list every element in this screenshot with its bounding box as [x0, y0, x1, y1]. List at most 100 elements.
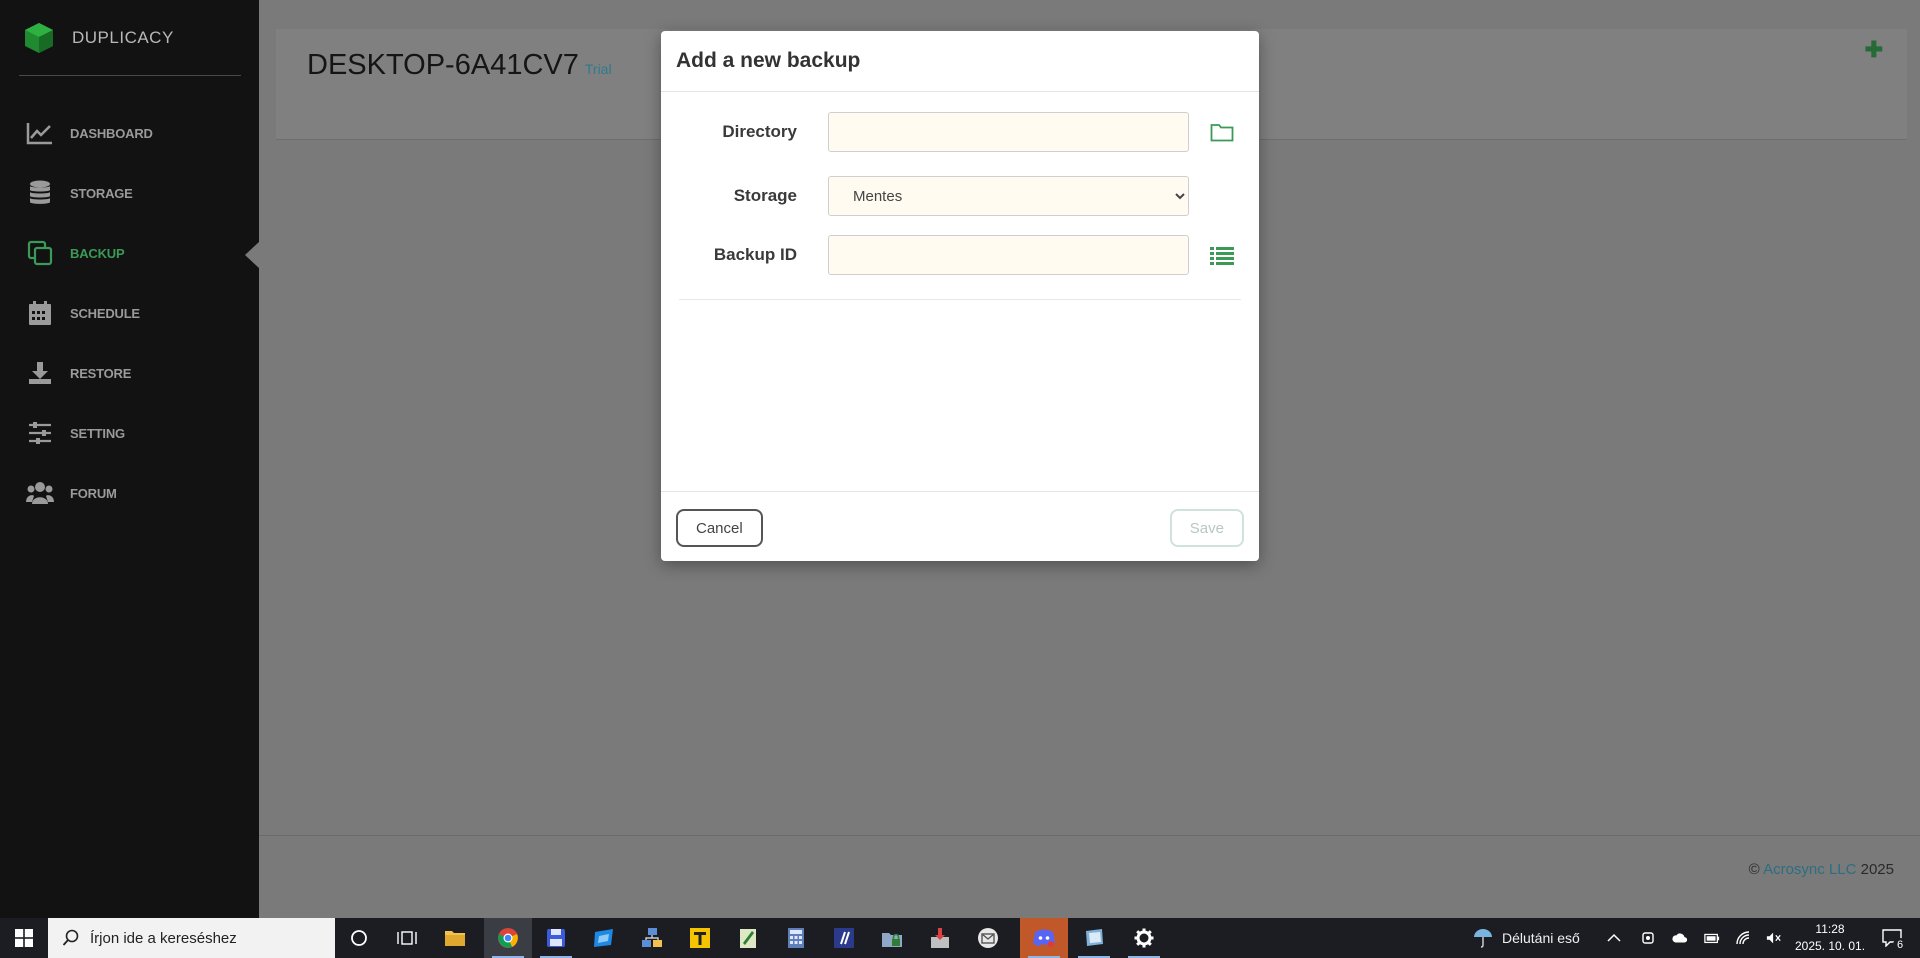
task-view-icon: [397, 931, 417, 945]
download-icon: [26, 359, 54, 387]
directory-input[interactable]: [828, 112, 1189, 152]
taskbar-app-settings[interactable]: [1120, 918, 1168, 958]
company-link[interactable]: Acrosync LLC: [1763, 861, 1856, 878]
duplicacy-logo-icon: [25, 23, 53, 53]
storage-select[interactable]: Mentes: [828, 176, 1189, 216]
sidebar-item-label: BACKUP: [70, 245, 125, 261]
chevron-up-icon[interactable]: [1606, 930, 1622, 946]
app-t-icon: [690, 928, 710, 948]
list-icon[interactable]: [1209, 243, 1235, 269]
search-placeholder: Írjon ide a kereséshez: [90, 929, 237, 947]
sidebar-nav: DASHBOARD STORAGE BACKUP SCHEDULE RESTOR…: [0, 103, 260, 523]
backup-id-input[interactable]: [828, 235, 1189, 275]
directory-label: Directory: [722, 122, 797, 141]
host-name: DESKTOP-6A41CV7: [307, 49, 579, 81]
taskbar-app-chrome[interactable]: [484, 918, 532, 958]
circle-icon: [351, 930, 367, 946]
taskbar-app-3[interactable]: [676, 918, 724, 958]
windows-logo-icon: [15, 929, 33, 947]
sliders-icon: [26, 419, 54, 447]
clock-time: 11:28: [1815, 922, 1845, 936]
taskbar-clock[interactable]: 11:28 2025. 10. 01.: [1790, 921, 1870, 955]
taskbar-app-9[interactable]: [1070, 918, 1118, 958]
brand[interactable]: DUPLICACY: [22, 22, 174, 54]
sidebar-item-schedule[interactable]: SCHEDULE: [0, 283, 259, 343]
add-backup-dialog: Add a new backup Directory Storage Mente…: [661, 31, 1259, 561]
taskbar-app-8[interactable]: [964, 918, 1012, 958]
battery-icon[interactable]: [1704, 930, 1720, 946]
sidebar-item-setting[interactable]: SETTING: [0, 403, 259, 463]
start-button[interactable]: [0, 918, 48, 958]
divider: [661, 91, 1259, 92]
wifi-icon[interactable]: [1736, 930, 1752, 946]
folder-icon[interactable]: [1209, 119, 1235, 145]
taskbar-app-7[interactable]: [916, 918, 964, 958]
tray-app-icon[interactable]: [1640, 930, 1656, 946]
copyright-year: 2025: [1860, 861, 1894, 878]
copy-icon: [26, 239, 54, 267]
network-icon: [642, 928, 662, 947]
sidebar-item-label: FORUM: [70, 485, 117, 501]
sidebar-item-label: RESTORE: [70, 365, 132, 381]
dialog-title: Add a new backup: [676, 49, 861, 72]
license-badge[interactable]: Trial: [585, 61, 612, 77]
lock-folder-icon: [882, 933, 902, 947]
database-icon: [26, 179, 54, 207]
search-icon: [62, 929, 79, 946]
taskbar-app-duplicacy[interactable]: [532, 918, 580, 958]
divider: [259, 835, 1920, 836]
taskbar-app-4[interactable]: [724, 918, 772, 958]
weather-rain-icon[interactable]: [1472, 928, 1494, 948]
add-backup-icon[interactable]: ✚: [1865, 37, 1883, 63]
task-view-button[interactable]: [383, 918, 431, 958]
sidebar: DUPLICACY DASHBOARD STORAGE BACKUP SCHED…: [0, 0, 260, 918]
calendar-icon: [26, 299, 54, 327]
cancel-button[interactable]: Cancel: [676, 509, 763, 547]
active-indicator: [245, 241, 260, 269]
gear-icon: [1134, 928, 1154, 948]
installer-icon: [931, 928, 949, 948]
taskbar-app-calculator[interactable]: [772, 918, 820, 958]
storage-label: Storage: [733, 186, 797, 205]
speaker-muted-icon[interactable]: [1766, 930, 1782, 946]
backup-id-label: Backup ID: [713, 245, 797, 264]
save-button[interactable]: Save: [1169, 509, 1244, 547]
taskbar-app-explorer[interactable]: [431, 918, 479, 958]
cortana-button[interactable]: [335, 918, 383, 958]
windows-taskbar: Írjon ide a kereséshez Délutáni eső 11:2…: [0, 918, 1920, 958]
taskbar-app-discord[interactable]: [1020, 918, 1068, 958]
sidebar-item-label: SCHEDULE: [70, 305, 140, 321]
chart-line-icon: [26, 119, 54, 147]
chrome-icon: [498, 928, 518, 948]
brand-name: DUPLICACY: [72, 28, 174, 47]
notification-count-badge: 6: [1893, 938, 1907, 952]
taskbar-app-2[interactable]: [628, 918, 676, 958]
taskbar-search[interactable]: Írjon ide a kereséshez: [48, 918, 335, 958]
users-icon: [26, 479, 54, 507]
sidebar-item-label: SETTING: [70, 425, 125, 441]
copyright-symbol: ©: [1748, 861, 1760, 878]
mail-icon: [978, 928, 998, 948]
sidebar-item-dashboard[interactable]: DASHBOARD: [0, 103, 259, 163]
page-title: DESKTOP-6A41CV7 Trial: [307, 49, 612, 82]
app-card-icon: [1086, 929, 1103, 946]
calculator-icon: [788, 928, 804, 948]
notepad-icon: [740, 929, 756, 948]
sidebar-item-restore[interactable]: RESTORE: [0, 343, 259, 403]
clock-date: 2025. 10. 01.: [1794, 939, 1866, 953]
sidebar-item-backup[interactable]: BACKUP: [0, 223, 260, 283]
folder-icon: [445, 931, 465, 946]
sidebar-item-forum[interactable]: FORUM: [0, 463, 259, 523]
sidebar-item-storage[interactable]: STORAGE: [0, 163, 259, 223]
weather-text[interactable]: Délutáni eső: [1502, 930, 1580, 946]
taskbar-app-5[interactable]: [820, 918, 868, 958]
app-slash-icon: [834, 928, 854, 948]
taskbar-app-6[interactable]: [868, 918, 916, 958]
taskbar-app-1[interactable]: [580, 918, 628, 958]
divider: [679, 299, 1241, 300]
footer: © Acrosync LLC 2025: [1749, 861, 1894, 878]
divider: [19, 75, 241, 76]
sidebar-item-label: STORAGE: [70, 185, 133, 201]
divider: [661, 491, 1259, 492]
cloud-icon[interactable]: [1672, 930, 1688, 946]
